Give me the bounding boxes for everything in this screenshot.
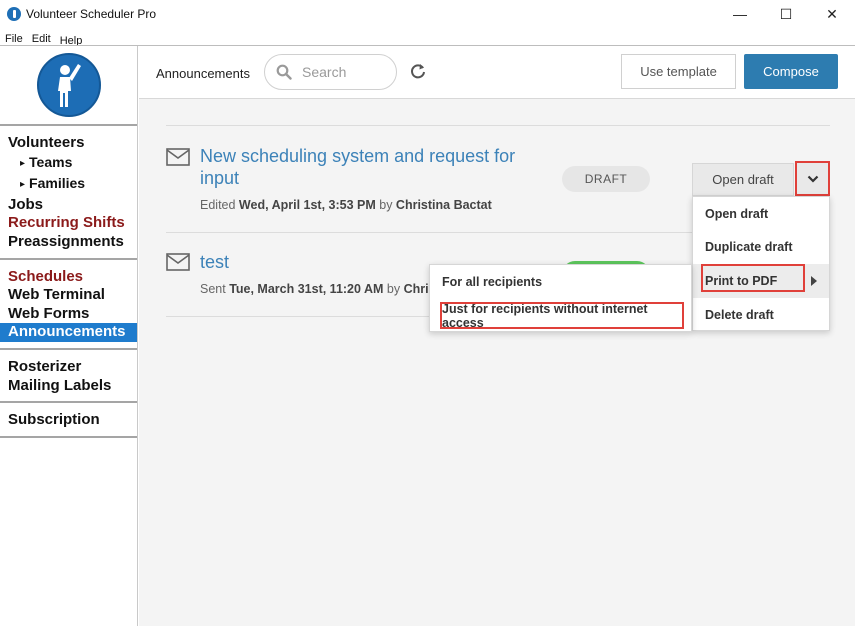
sidebar-item-web-terminal[interactable]: Web Terminal — [0, 286, 137, 305]
logo-area — [0, 46, 137, 126]
main-panel: Announcements Search Use template Compos… — [139, 46, 855, 626]
nav-group: VolunteersTeamsFamiliesJobsRecurring Shi… — [0, 126, 137, 260]
toolbar: Announcements Search Use template Compos… — [139, 46, 855, 99]
sidebar-item-volunteers[interactable]: Volunteers — [0, 134, 137, 153]
sidebar-item-mailing-labels[interactable]: Mailing Labels — [0, 377, 137, 396]
menu-edit[interactable]: Edit — [27, 33, 55, 45]
menu-bar: File Edit Help — [0, 28, 855, 47]
nav-group: Schedules Web Terminal Web Forms Announceme… — [0, 260, 137, 350]
search-icon — [276, 64, 292, 80]
announcement-title[interactable]: New scheduling system and request for in… — [200, 145, 515, 189]
sidebar-nav: VolunteersTeamsFamiliesJobsRecurring Shi… — [0, 126, 137, 438]
announcement-title[interactable]: test — [200, 251, 229, 273]
use-template-button[interactable]: Use template — [621, 54, 736, 89]
sidebar-item-announcements[interactable]: Announcements — [0, 323, 137, 342]
submenu-item-all-recipients[interactable]: For all recipients — [430, 265, 691, 299]
highlight-box — [440, 302, 684, 329]
maximize-button[interactable]: ☐ — [763, 0, 809, 28]
menu-item-duplicate-draft[interactable]: Duplicate draft — [693, 230, 829, 264]
sidebar-item-jobs[interactable]: Jobs — [0, 196, 137, 215]
window-title: Volunteer Scheduler Pro — [26, 7, 157, 21]
highlight-box — [701, 264, 805, 292]
menu-item-delete-draft[interactable]: Delete draft — [693, 298, 829, 332]
close-button[interactable]: ✕ — [809, 0, 855, 28]
sidebar-item-preassignments[interactable]: Preassignments — [0, 233, 137, 252]
volunteer-logo-icon — [36, 53, 101, 117]
sidebar-item-recurring-shifts[interactable]: Recurring Shifts — [0, 214, 137, 233]
menu-item-open-draft[interactable]: Open draft — [693, 197, 829, 230]
window-controls: — ☐ ✕ — [717, 0, 855, 28]
divider — [166, 125, 830, 126]
search-input[interactable]: Search — [264, 54, 397, 90]
minimize-button[interactable]: — — [717, 0, 763, 28]
sidebar-item-rosterizer[interactable]: Rosterizer — [0, 358, 137, 377]
open-draft-button[interactable]: Open draft — [692, 163, 794, 196]
sidebar: VolunteersTeamsFamiliesJobsRecurring Shi… — [0, 46, 138, 626]
more-actions-button[interactable] — [795, 161, 830, 196]
sidebar-item-schedules[interactable]: Schedules — [0, 268, 137, 287]
title-bar: Volunteer Scheduler Pro — ☐ ✕ — [0, 0, 855, 28]
sidebar-item-families[interactable]: Families — [0, 174, 137, 196]
search-placeholder: Search — [302, 64, 347, 80]
nav-group: Subscription — [0, 403, 137, 438]
sidebar-item-subscription[interactable]: Subscription — [0, 411, 137, 430]
compose-button[interactable]: Compose — [744, 54, 838, 89]
status-badge: DRAFT — [562, 166, 650, 192]
page-title: Announcements — [156, 66, 250, 81]
envelope-icon — [166, 253, 190, 271]
refresh-icon[interactable] — [409, 62, 427, 80]
sidebar-item-teams[interactable]: Teams — [0, 153, 137, 175]
envelope-icon — [166, 148, 190, 166]
sidebar-item-web-forms[interactable]: Web Forms — [0, 305, 137, 324]
announcement-meta: Sent Tue, March 31st, 11:20 AM by Christ — [200, 282, 440, 296]
nav-group: Rosterizer Mailing Labels — [0, 350, 137, 404]
menu-file[interactable]: File — [0, 33, 27, 45]
chevron-down-icon — [807, 175, 818, 183]
announcement-meta: Edited Wed, April 1st, 3:53 PM by Christ… — [200, 198, 492, 212]
chevron-right-icon — [811, 276, 817, 286]
app-icon — [7, 7, 21, 21]
